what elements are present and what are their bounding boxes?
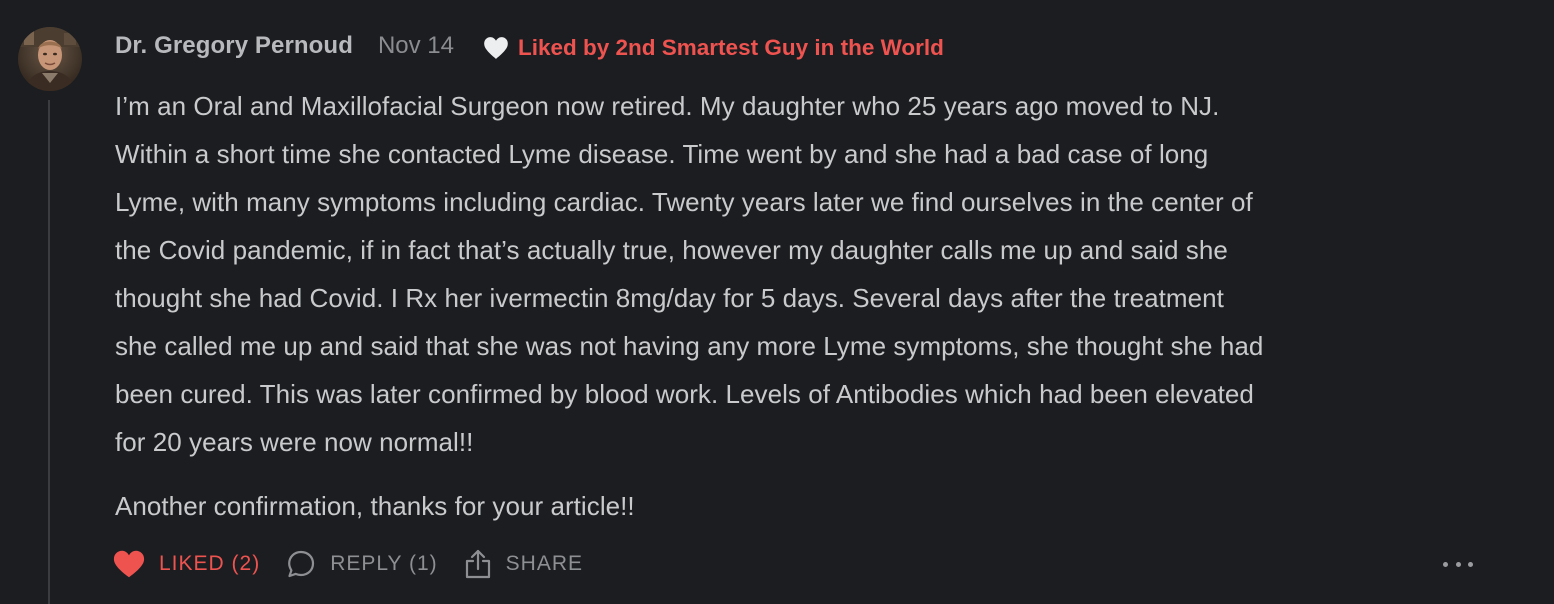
body-line: been cured. This was later confirmed by …: [115, 379, 1254, 409]
body-line: the Covid pandemic, if in fact that’s ac…: [115, 235, 1228, 265]
comment-date[interactable]: Nov 14: [378, 32, 454, 60]
liked-by-badge: Liked by 2nd Smartest Guy in the World: [483, 35, 944, 61]
body-line: thought she had Covid. I Rx her ivermect…: [115, 283, 1224, 313]
comment: Dr. Gregory Pernoud Nov 14 Liked by 2nd …: [0, 0, 1554, 604]
body-line: Within a short time she contacted Lyme d…: [115, 139, 1209, 169]
heart-icon: [484, 37, 508, 59]
more-dot: [1468, 561, 1473, 567]
body-line: for 20 years were now normal!!: [115, 427, 474, 457]
share-icon: [465, 549, 490, 579]
more-dot: [1455, 561, 1461, 567]
author-name[interactable]: Dr. Gregory Pernoud: [115, 32, 353, 60]
reply-button[interactable]: REPLY (1): [286, 549, 437, 579]
comment-header: Dr. Gregory Pernoud Nov 14 Liked by 2nd …: [115, 28, 944, 64]
body-line: she called me up and said that she was n…: [115, 331, 1264, 361]
body-line: I’m an Oral and Maxillofacial Surgeon no…: [115, 91, 1220, 121]
more-dot: [1443, 561, 1448, 567]
share-button[interactable]: SHARE: [464, 549, 583, 579]
liked-by-text: Liked by 2nd Smartest Guy in the World: [518, 35, 944, 60]
more-horizontal-icon[interactable]: [1443, 556, 1473, 572]
comment-actions: LIKED (2) REPLY (1) SHARE: [113, 545, 609, 583]
body-line: Lyme, with many symptoms including cardi…: [115, 187, 1253, 217]
avatar-photo: [18, 27, 82, 91]
thread-line: [48, 100, 50, 604]
body-paragraph-2: Another confirmation, thanks for your ar…: [115, 491, 635, 521]
share-label: SHARE: [505, 552, 583, 575]
comment-body: I’m an Oral and Maxillofacial Surgeon no…: [115, 82, 1495, 521]
like-button[interactable]: LIKED (2): [113, 550, 260, 578]
speech-bubble-icon: [288, 550, 315, 578]
reply-label: REPLY (1): [330, 552, 438, 575]
avatar[interactable]: [18, 27, 82, 91]
like-label: LIKED (2): [159, 552, 261, 575]
heart-filled-icon: [113, 550, 145, 578]
